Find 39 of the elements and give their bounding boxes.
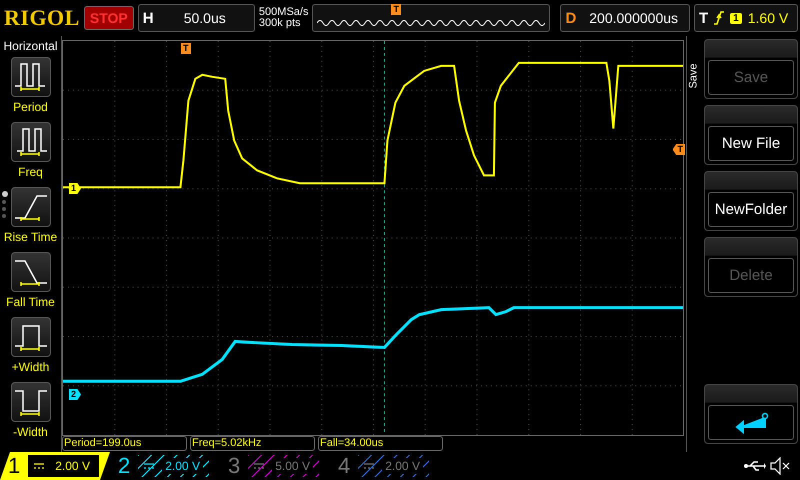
memory-depth: 300k pts: [258, 18, 302, 29]
return-arrow-icon: [733, 412, 769, 434]
back-button[interactable]: [704, 384, 798, 444]
channel-scale: 2.00 V: [382, 458, 423, 474]
menu-softkey[interactable]: New File: [704, 105, 798, 165]
brand-logo: RIGOL: [4, 5, 80, 31]
trigger-time-marker: T: [181, 43, 190, 54]
channel-scale: 2.00 V: [162, 458, 203, 474]
measurement-readout: Freq=5.02kHz: [190, 436, 315, 451]
dc-coupling-icon: [34, 463, 44, 469]
channel-number: 2: [118, 453, 130, 479]
trigger-position-marker: T: [391, 4, 401, 15]
channel-number: 3: [228, 453, 240, 479]
usb-icon: [744, 460, 766, 472]
measurement-readout: Period=199.0us: [62, 436, 187, 451]
delay-panel[interactable]: D 200.000000us: [560, 4, 690, 32]
menu-title: Horizontal: [3, 39, 58, 53]
waveform-overview-icon: [317, 18, 546, 28]
menu-title: Save: [688, 63, 700, 89]
trigger-source: 1: [730, 12, 742, 24]
channel-number: 4: [338, 453, 350, 479]
dc-coupling-icon: [144, 463, 154, 469]
sample-rate: 500MSa/s: [258, 7, 308, 18]
measure-button[interactable]: Rise Time: [4, 187, 58, 252]
dc-coupling-icon: [364, 463, 374, 469]
channel-tab[interactable]: 1 2.00 V: [0, 452, 110, 480]
speaker-muted-icon: [770, 457, 790, 475]
channel-marker[interactable]: 1: [69, 183, 82, 194]
trigger-level-marker[interactable]: T: [672, 144, 685, 155]
measurement-readout: Fall=34.00us: [318, 436, 443, 451]
timebase-panel[interactable]: H 50.0us: [138, 4, 255, 32]
channel-marker[interactable]: 2: [69, 389, 82, 400]
menu-softkey[interactable]: NewFolder: [704, 171, 798, 231]
rising-edge-icon: [714, 11, 724, 25]
channel-number: 1: [8, 453, 20, 479]
trigger-panel[interactable]: T 1 1.60 V: [694, 4, 798, 32]
channel-scale: 5.00 V: [272, 458, 313, 474]
dc-coupling-icon: [254, 463, 264, 469]
trigger-level: 1.60 V: [748, 10, 788, 26]
